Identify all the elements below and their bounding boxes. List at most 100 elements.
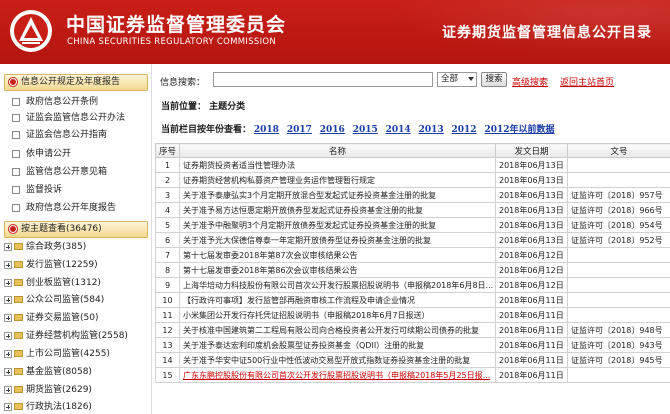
cell-date: 2018年06月13日 [495, 217, 568, 233]
cell-title-link[interactable]: 关于准予易方达恒惠定期开放债券型发起式证券投资基金注册的批复 [179, 202, 496, 218]
topic-item[interactable]: 综合政务(385) [4, 239, 86, 255]
cell-title-link[interactable]: 关于准予泰康弘实3个月定期开放混合型发起式证券投资基金注册的批复 [179, 187, 496, 203]
site-header: 中国证券监督管理委员会 CHINA SECURITIES REGULATORY … [0, 0, 670, 64]
cell-date: 2018年06月13日 [495, 232, 568, 248]
sidebar-item[interactable]: 监督投诉 [12, 182, 62, 198]
expand-icon[interactable] [4, 243, 12, 251]
cell-date: 2018年06月13日 [495, 202, 568, 218]
sidebar-item[interactable]: 证监会监管信息公开办法 [12, 110, 125, 126]
sidebar-section-topics[interactable]: 按主题查看(36476) [4, 221, 148, 238]
home-link[interactable]: 返回主站首页 [560, 75, 614, 88]
expand-icon[interactable] [4, 403, 12, 411]
year-link[interactable]: 2013 [419, 125, 444, 135]
year-link[interactable]: 2012年以前数据 [484, 125, 554, 135]
search-input[interactable] [213, 72, 433, 87]
topic-item[interactable]: 行政执法(1826) [4, 399, 92, 414]
cell-index: 14 [155, 352, 180, 368]
cell-title-link[interactable]: 小米集团公开发行存托凭证招股说明书（申报稿2018年6月7日报送） [179, 307, 496, 323]
cell-title-link[interactable]: 证券期货投资者适当性管理办法 [179, 157, 496, 173]
search-button[interactable]: 搜索 [481, 72, 507, 87]
sidebar-item[interactable]: 依申请公开 [12, 146, 71, 162]
folder-icon [14, 403, 23, 410]
year-link[interactable]: 2012 [452, 125, 477, 135]
sidebar: 信息公开规定及年度报告 政府信息公开条例 证监会监管信息公开办法 证监会信息公开… [0, 64, 152, 414]
search-label: 信息搜索： [160, 78, 206, 88]
topic-item[interactable]: 基金监管(8058) [4, 364, 92, 380]
cell-docno: 证监许可〔2018〕952号 [567, 232, 670, 248]
table-row: 10 【行政许可事项】发行监管部再融资审核工作流程及申请企业情况 2018年06月1… [155, 292, 670, 308]
folder-icon [14, 243, 23, 250]
bullet-icon [9, 78, 17, 86]
year-link[interactable]: 2018 [254, 125, 279, 135]
section-title: 信息公开规定及年度报告 [21, 77, 121, 87]
topic-item[interactable]: 创业板监管(1312) [4, 275, 101, 291]
cell-date: 2018年06月12日 [495, 262, 568, 278]
sidebar-item[interactable]: 政府信息公开年度报告 [12, 200, 116, 216]
topic-item[interactable]: 证券经营机构监管(2558) [4, 328, 128, 344]
cell-docno [567, 292, 670, 308]
breadcrumb: 当前位置： 主题分类 [161, 102, 246, 112]
cell-title-link[interactable]: 第十七届发审委2018年第87次会议审核结果公告 [179, 247, 496, 263]
expand-icon[interactable] [4, 279, 12, 287]
year-link[interactable]: 2015 [353, 125, 378, 135]
checkbox-icon [12, 98, 20, 106]
expand-icon[interactable] [4, 386, 12, 394]
folder-icon [14, 279, 23, 286]
cell-title-link[interactable]: 关于准予光大保德信尊泰一年定期开放债券型证券投资基金注册的批复 [179, 232, 496, 248]
expand-icon[interactable] [4, 332, 12, 340]
checkbox-icon [12, 150, 20, 158]
cell-index: 4 [155, 202, 180, 218]
advanced-search-link[interactable]: 高级搜索 [512, 75, 548, 88]
cell-title-link[interactable]: 关于准予泰达宏利印度机会股票型证券投资基金（QDII）注册的批复 [179, 337, 496, 353]
year-link[interactable]: 2014 [386, 125, 411, 135]
cell-docno: 证监许可〔2018〕943号 [567, 337, 670, 353]
topic-item[interactable]: 上市公司监管(4255) [4, 346, 110, 362]
cell-date: 2018年06月13日 [495, 172, 568, 188]
topic-item[interactable]: 发行监管(12259) [4, 257, 98, 273]
sidebar-item[interactable]: 政府信息公开条例 [12, 94, 98, 110]
year-link[interactable]: 2017 [287, 125, 312, 135]
cell-docno [567, 277, 670, 293]
year-filter-label: 当前栏目按年份查看： [161, 125, 252, 135]
expand-icon[interactable] [4, 350, 12, 358]
csrc-logo-icon[interactable] [8, 8, 54, 54]
expand-icon[interactable] [4, 368, 12, 376]
topic-item[interactable]: 证券交易监管(50) [4, 310, 98, 326]
cell-title-link[interactable]: 第十七届发审委2018年第86次会议审核结果公告 [179, 262, 496, 278]
cell-index: 9 [155, 277, 180, 293]
main-content: 信息搜索： 全部 搜索 高级搜索 返回主站首页 当前位置： 主题分类 当前栏目按… [155, 64, 670, 414]
folder-icon [14, 314, 23, 321]
cell-date: 2018年06月13日 [495, 157, 568, 173]
topic-item[interactable]: 期货监管(2629) [4, 382, 92, 398]
topic-item[interactable]: 公众公司监管(584) [4, 292, 104, 308]
cell-title-link[interactable]: 广东东鹏控股股份有限公司首次公开发行股票招股说明书（申报稿2018年5月25日报… [179, 367, 496, 383]
cell-title-link[interactable]: 关于准予中融聚明3个月定期开放债券型发起式证券投资基金注册的批复 [179, 217, 496, 233]
cell-docno: 证监许可〔2018〕966号 [567, 202, 670, 218]
cell-date: 2018年06月11日 [495, 307, 568, 323]
folder-icon [14, 296, 23, 303]
cell-title-link[interactable]: 证券期货经营机构私募资产管理业务运作管理暂行规定 [179, 172, 496, 188]
search-scope-select[interactable]: 全部 [437, 72, 477, 87]
table-row: 14 关于准予华安中证500行业中性低波动交易型开放式指数证券投资基金注册的批复 2… [155, 352, 670, 368]
expand-icon[interactable] [4, 296, 12, 304]
sidebar-item[interactable]: 证监会信息公开指南 [12, 127, 107, 143]
expand-icon[interactable] [4, 261, 12, 269]
cell-docno [567, 262, 670, 278]
sidebar-item[interactable]: 监管信息公开意见箱 [12, 164, 107, 180]
year-link[interactable]: 2016 [320, 125, 345, 135]
cell-index: 10 [155, 292, 180, 308]
cell-title-link[interactable]: 关于准予华安中证500行业中性低波动交易型开放式指数证券投资基金注册的批复 [179, 352, 496, 368]
cell-date: 2018年06月11日 [495, 322, 568, 338]
cell-title-link[interactable]: 关于核准中国建筑第二工程局有限公司向合格投资者公开发行可续期公司债券的批复 [179, 322, 496, 338]
cell-index: 11 [155, 307, 180, 323]
document-table: 序号 名称 发文日期 文号 1 证券期货投资者适当性管理办法 2018年06月13日… [155, 143, 670, 383]
checkbox-icon [12, 168, 20, 176]
table-row: 15 广东东鹏控股股份有限公司首次公开发行股票招股说明书（申报稿2018年5月25… [155, 367, 670, 383]
cell-title-link[interactable]: 上海华培动力科技股份有限公司首次公开发行股票招股说明书（申报稿2018年6月8日… [179, 277, 496, 293]
sidebar-section-regulations[interactable]: 信息公开规定及年度报告 [4, 74, 148, 91]
page-title: 证券期货监督管理信息公开目录 [442, 25, 652, 41]
cell-docno [567, 367, 670, 383]
column-header-index: 序号 [155, 143, 180, 158]
expand-icon[interactable] [4, 314, 12, 322]
cell-title-link[interactable]: 【行政许可事项】发行监管部再融资审核工作流程及申请企业情况 [179, 292, 496, 308]
